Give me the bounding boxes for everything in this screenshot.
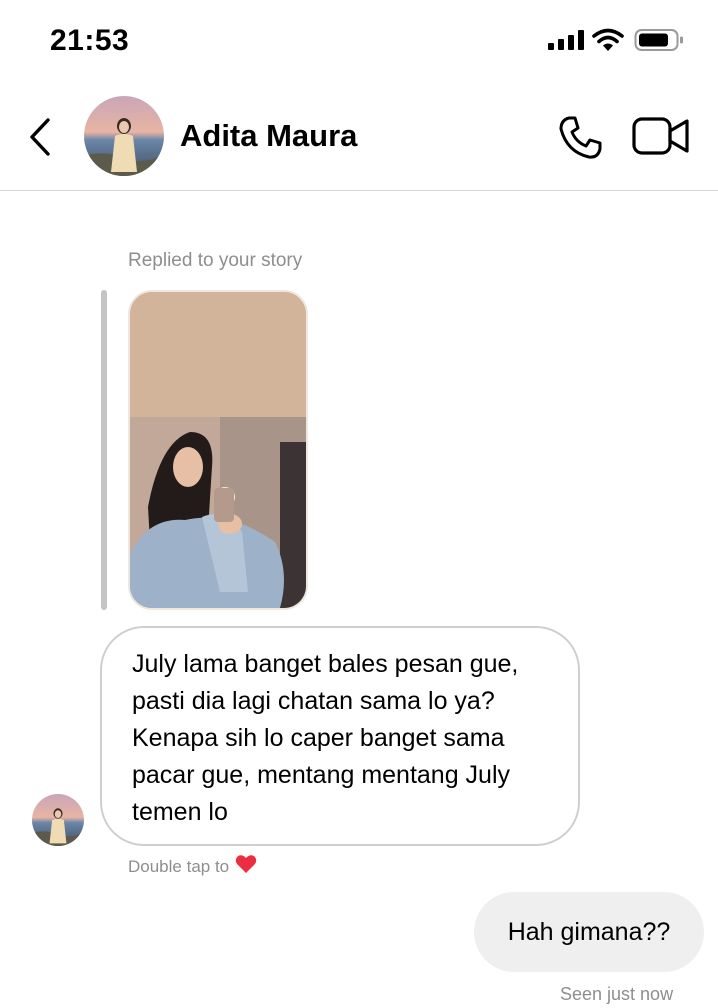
phone-icon — [559, 116, 602, 159]
video-call-button[interactable] — [632, 116, 690, 156]
header-divider — [0, 190, 718, 191]
contact-name[interactable]: Adita Maura — [180, 118, 357, 154]
reaction-hint: Double tap to — [128, 854, 257, 879]
seen-status: Seen just now — [560, 984, 674, 1004]
signal-bars-icon — [548, 30, 584, 50]
story-reply-label: Replied to your story — [128, 250, 303, 271]
wifi-icon — [592, 28, 624, 52]
reaction-hint-text: Double tap to — [128, 856, 230, 876]
sender-avatar[interactable] — [32, 794, 84, 846]
back-button[interactable] — [26, 116, 56, 158]
heart-icon — [235, 854, 257, 879]
battery-icon — [634, 28, 684, 52]
incoming-message-text: July lama banget bales pesan gue, pasti … — [132, 650, 519, 826]
voice-call-button[interactable] — [556, 114, 604, 162]
status-time: 21:53 — [50, 24, 130, 57]
story-thumbnail[interactable] — [128, 290, 308, 610]
reply-indicator-bar — [101, 290, 107, 610]
video-camera-icon — [632, 117, 689, 155]
outgoing-message-text: Hah gimana?? — [507, 917, 671, 946]
incoming-message-bubble[interactable]: July lama banget bales pesan gue, pasti … — [100, 626, 580, 846]
chevron-left-icon — [30, 118, 50, 156]
outgoing-message-bubble[interactable]: Hah gimana?? — [474, 892, 704, 972]
contact-avatar[interactable] — [84, 96, 164, 176]
